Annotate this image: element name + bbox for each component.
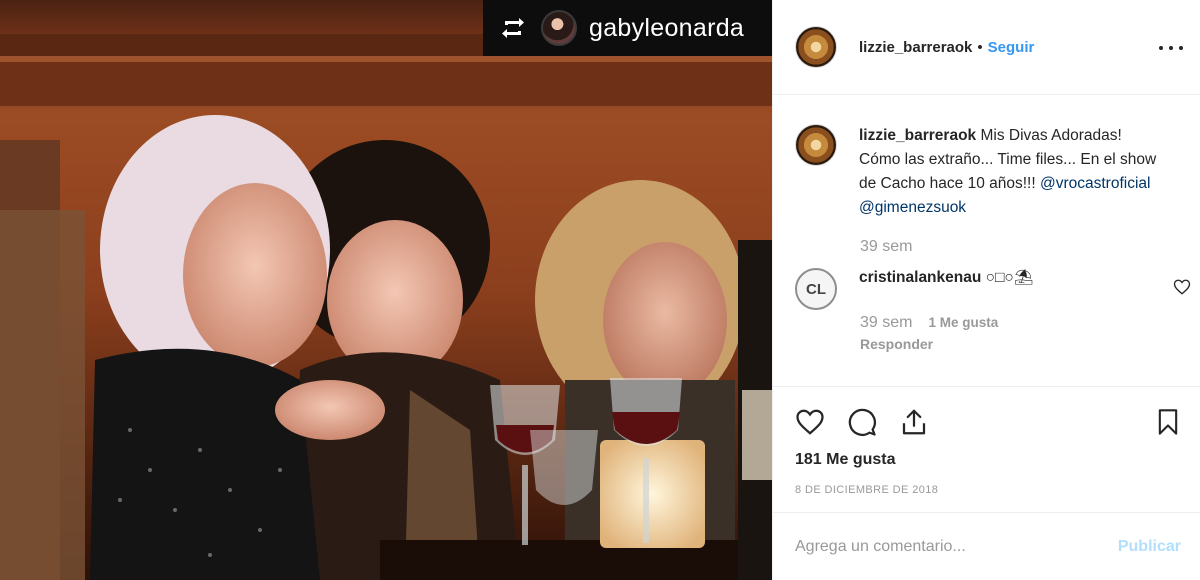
add-comment-bar: Publicar: [773, 512, 1200, 580]
post-sidebar: lizzie_barreraok • Seguir lizzie_barrera…: [772, 0, 1200, 580]
caption-timestamp[interactable]: 39 sem: [860, 238, 912, 256]
post-header: lizzie_barreraok • Seguir: [773, 0, 1200, 95]
commenter-username[interactable]: cristinalankenau: [859, 269, 981, 286]
caption-avatar[interactable]: [795, 124, 837, 166]
action-buttons: [793, 405, 931, 439]
post-photo[interactable]: gabyleonarda: [0, 0, 772, 580]
actions-section: 181 Me gusta 8 DE DICIEMBRE DE 2018: [773, 386, 1200, 496]
post-image: [0, 0, 772, 580]
follow-button[interactable]: Seguir: [988, 39, 1035, 56]
comment-timestamp[interactable]: 39 sem: [860, 314, 912, 332]
post-date[interactable]: 8 DE DICIEMBRE DE 2018: [795, 484, 938, 496]
publish-button[interactable]: Publicar: [1118, 538, 1181, 556]
comment-message: ○□○⛱: [985, 269, 1034, 286]
more-options-icon[interactable]: [1159, 36, 1183, 60]
comment-text: cristinalankenau ○□○⛱: [859, 266, 1033, 310]
comment-like-icon[interactable]: [1173, 278, 1191, 296]
share-icon[interactable]: [897, 405, 931, 439]
author-username[interactable]: lizzie_barreraok: [859, 39, 972, 56]
comment-icon[interactable]: [845, 405, 879, 439]
repost-avatar: [541, 10, 577, 46]
like-count[interactable]: 181 Me gusta: [795, 451, 895, 469]
separator-dot: •: [977, 38, 983, 56]
comment-like-count[interactable]: 1 Me gusta: [928, 315, 998, 330]
repost-username: gabyleonarda: [589, 13, 745, 42]
repost-icon: [499, 14, 527, 42]
bookmark-icon[interactable]: [1151, 405, 1185, 439]
like-icon[interactable]: [793, 405, 827, 439]
author-avatar[interactable]: [795, 26, 837, 68]
mention-link[interactable]: @vrocastroficial: [1040, 175, 1150, 192]
comments-section[interactable]: lizzie_barreraok Mis Divas Adoradas! Cóm…: [773, 96, 1200, 386]
mention-link[interactable]: @gimenezsuok: [859, 199, 966, 216]
caption: lizzie_barreraok Mis Divas Adoradas! Cóm…: [795, 124, 1185, 220]
comment-item: CL cristinalankenau ○□○⛱: [795, 266, 1191, 310]
repost-badge: gabyleonarda: [483, 0, 772, 56]
commenter-avatar[interactable]: CL: [795, 268, 837, 310]
comment-meta: 39 sem 1 Me gusta: [860, 314, 998, 332]
caption-username[interactable]: lizzie_barreraok: [859, 127, 976, 144]
caption-text: lizzie_barreraok Mis Divas Adoradas! Cóm…: [859, 124, 1159, 220]
comment-input[interactable]: [795, 537, 1118, 556]
reply-button[interactable]: Responder: [860, 336, 933, 352]
